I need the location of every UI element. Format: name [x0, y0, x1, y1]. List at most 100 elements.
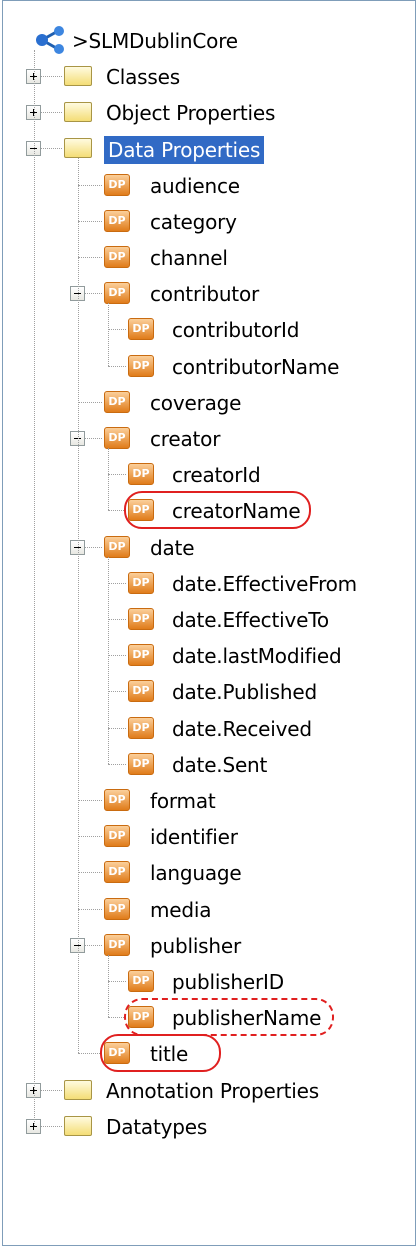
folder-icon [64, 138, 92, 159]
tree-node-media[interactable]: DP media [0, 889, 419, 929]
tree-root-label: >SLMDublinCore [72, 29, 238, 53]
tree-connector [78, 257, 102, 258]
tree-node-label: Object Properties [106, 101, 276, 126]
tree-node-label: channel [150, 246, 228, 270]
tree-node-creator[interactable]: DP creator [0, 418, 419, 458]
data-property-icon: DP [104, 535, 130, 558]
data-property-icon: DP [128, 644, 154, 667]
tree-node-date[interactable]: DP date [0, 527, 419, 567]
tree-node-title[interactable]: DP title [0, 1033, 419, 1073]
data-property-icon: DP [128, 680, 154, 703]
data-property-icon: DP [104, 897, 130, 920]
data-property-icon: DP [104, 282, 130, 305]
tree-node-date-published[interactable]: DP date.Published [0, 671, 419, 711]
data-property-icon: DP [104, 209, 130, 232]
tree-node-channel[interactable]: DP channel [0, 237, 419, 277]
tree-node-date-lastmodified[interactable]: DP date.lastModified [0, 635, 419, 675]
data-property-icon: DP [128, 716, 154, 739]
tree-node-coverage[interactable]: DP coverage [0, 382, 419, 422]
tree-node-label: Classes [106, 65, 180, 89]
tree-guide-line [108, 556, 109, 764]
data-property-icon: DP [128, 571, 154, 594]
tree-node-label: creatorId [172, 463, 261, 488]
tree-connector [78, 800, 102, 801]
data-property-icon: DP [128, 970, 154, 992]
tree-connector [108, 582, 126, 584]
data-property-icon: DP [104, 861, 130, 884]
tree-connector [78, 836, 102, 838]
tree-node-annotation-properties[interactable]: Annotation Properties [0, 1070, 419, 1110]
tree-node-label: publisherID [172, 970, 284, 994]
data-property-icon: DP [104, 933, 130, 956]
data-property-icon: DP [104, 825, 130, 848]
tree-node-label: date.Published [172, 680, 317, 705]
tree-connector [78, 401, 102, 403]
tree-guide-line [78, 158, 79, 1054]
tree-node-label: Data Properties [104, 136, 265, 165]
highlight-annotation [100, 1034, 221, 1073]
folder-icon [64, 66, 92, 86]
tree-root[interactable]: >SLMDublinCore [0, 20, 419, 60]
tree-node-identifier[interactable]: DP identifier [0, 816, 419, 856]
ontology-icon [36, 26, 64, 54]
tree-node-object-properties[interactable]: Object Properties [0, 92, 419, 132]
tree-node-date-effectivefrom[interactable]: DP date.EffectiveFrom [0, 563, 419, 603]
tree-connector [108, 691, 126, 693]
tree-connector [108, 474, 126, 476]
highlight-annotation [124, 998, 335, 1037]
tree-node-datatypes[interactable]: Datatypes [0, 1106, 419, 1146]
tree-node-label: date.Sent [172, 752, 268, 777]
data-property-icon: DP [104, 427, 130, 449]
tree-node-contributorid[interactable]: DP contributorId [0, 309, 419, 349]
tree-guide-line [108, 448, 109, 511]
tree-node-label: Datatypes [106, 1114, 208, 1139]
tree-node-date-sent[interactable]: DP date.Sent [0, 744, 419, 784]
tree-node-contributor[interactable]: DP contributor [0, 273, 419, 313]
tree-connector [78, 908, 102, 910]
tree-node-publisherid[interactable]: DP publisherID [0, 961, 419, 1001]
data-property-icon: DP [104, 173, 130, 196]
tree-connector [78, 184, 102, 186]
tree-node-label: contributorName [172, 354, 340, 379]
tree-node-label: date.lastModified [172, 644, 342, 669]
tree-node-label: audience [150, 173, 240, 198]
data-property-icon: DP [128, 752, 154, 775]
folder-icon [64, 1115, 92, 1136]
tree-node-publisher[interactable]: DP publisher [0, 925, 419, 965]
tree-node-label: date.EffectiveTo [172, 608, 329, 632]
tree-node-label: category [150, 209, 237, 234]
tree-connector [78, 1053, 102, 1055]
tree-node-label: format [150, 789, 216, 813]
tree-node-label: language [150, 861, 242, 886]
tree-guide-line [108, 954, 109, 1018]
data-property-icon: DP [128, 608, 154, 630]
tree-node-creatorname[interactable]: DP creatorName [0, 490, 419, 530]
tree-node-language[interactable]: DP language [0, 852, 419, 892]
tree-node-label: date.EffectiveFrom [172, 571, 357, 596]
tree-connector [108, 981, 126, 982]
tree-connector [108, 329, 126, 331]
tree-connector [108, 365, 126, 367]
data-property-icon: DP [128, 318, 154, 341]
tree-node-category[interactable]: DP category [0, 201, 419, 241]
tree-node-date-effectiveto[interactable]: DP date.EffectiveTo [0, 599, 419, 639]
tree-node-label: contributorId [172, 318, 300, 343]
data-property-icon: DP [104, 390, 130, 413]
tree-guide-line [34, 50, 35, 1126]
tree-node-format[interactable]: DP format [0, 780, 419, 820]
tree-node-audience[interactable]: DP audience [0, 165, 419, 205]
tree-connector [108, 619, 126, 620]
tree-node-label: Annotation Properties [106, 1078, 319, 1103]
data-property-icon: DP [104, 789, 130, 811]
tree-connector [108, 655, 126, 657]
data-property-icon: DP [128, 463, 154, 486]
tree-connector [108, 727, 126, 729]
tree-node-publishername[interactable]: DP publisherName [0, 997, 419, 1037]
tree-node-creatorid[interactable]: DP creatorId [0, 454, 419, 494]
tree-node-label: identifier [150, 825, 238, 850]
tree-node-classes[interactable]: Classes [0, 56, 419, 96]
tree-node-contributorname[interactable]: DP contributorName [0, 346, 419, 386]
tree-node-date-received[interactable]: DP date.Received [0, 708, 419, 748]
tree-node-data-properties[interactable]: Data Properties [0, 128, 419, 168]
tree-node-label: publisher [150, 933, 242, 958]
